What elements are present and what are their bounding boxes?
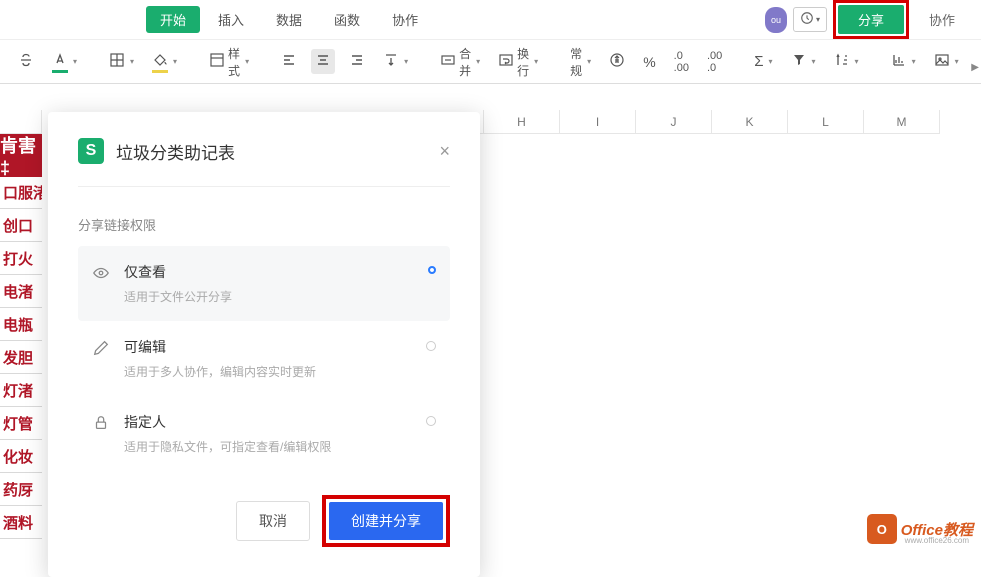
align-center-icon <box>315 52 331 71</box>
main-menubar: 开始 插入 数据 函数 协作 ou ▾ 分享 协作 <box>0 0 981 40</box>
history-button[interactable]: ▾ <box>793 7 827 32</box>
item-cell[interactable]: 化妆 <box>0 440 42 473</box>
merge-label: 合并 <box>459 45 471 79</box>
autosum-button[interactable]: Σ <box>750 50 776 73</box>
row-header-corner[interactable] <box>0 110 42 134</box>
menu-data[interactable]: 数据 <box>262 6 316 33</box>
col-header[interactable]: L <box>788 110 864 134</box>
currency-button[interactable] <box>605 49 629 74</box>
merge-button[interactable]: 合并 <box>436 42 484 82</box>
currency-icon <box>609 52 625 71</box>
strikethrough-button[interactable] <box>14 49 38 74</box>
style-label: 样式 <box>228 45 240 79</box>
wrap-icon <box>498 52 514 71</box>
filter-button[interactable] <box>787 49 820 74</box>
data-grid[interactable]: 肯害‡ 口服渚 创口 打火 电渚 电瓶 发胆 灯渚 灯管 化妆 药厊 酒料 <box>0 134 42 539</box>
wrap-label: 换行 <box>517 45 529 79</box>
strikethrough-icon <box>18 52 34 71</box>
toolbar-scroll-right-icon[interactable]: ▶ <box>971 62 979 73</box>
cell-style-button[interactable]: 样式 <box>205 42 253 82</box>
number-format-button[interactable]: 常规 <box>566 42 595 82</box>
align-right-button[interactable] <box>345 49 369 74</box>
valign-button[interactable] <box>379 49 412 74</box>
decimal-inc-icon: .00.0 <box>707 50 722 74</box>
decimal-inc-button[interactable]: .00.0 <box>703 47 726 77</box>
collab-button[interactable]: 协作 <box>915 5 969 34</box>
align-right-icon <box>349 52 365 71</box>
sort-button[interactable] <box>830 49 863 74</box>
format-label: 常规 <box>570 45 582 79</box>
sigma-icon: Σ <box>754 53 763 70</box>
col-header[interactable]: M <box>864 110 940 134</box>
share-button[interactable]: 分享 <box>838 5 904 34</box>
clock-icon <box>800 11 814 28</box>
menu-collab[interactable]: 协作 <box>378 6 432 33</box>
align-left-button[interactable] <box>277 49 301 74</box>
item-cell[interactable]: 药厊 <box>0 473 42 506</box>
col-header[interactable]: C <box>382 110 484 134</box>
filter-icon <box>791 52 807 71</box>
chart-button[interactable] <box>887 49 920 74</box>
item-cell[interactable]: 灯渚 <box>0 374 42 407</box>
avatar[interactable]: ou <box>765 7 787 33</box>
toolbar: 样式 合并 换行 常规 % .0.00 .00.0 Σ 冻结 <box>0 40 981 84</box>
menu-function[interactable]: 函数 <box>320 6 374 33</box>
border-icon <box>109 52 125 71</box>
wrap-button[interactable]: 换行 <box>494 42 542 82</box>
font-color-icon <box>52 52 68 71</box>
watermark-url: www.office26.com <box>905 536 969 545</box>
font-color-button[interactable] <box>48 49 81 74</box>
fill-color-button[interactable] <box>148 49 181 74</box>
cell-style-icon <box>209 52 225 71</box>
merge-icon <box>440 52 456 71</box>
category-header: 肯害‡ <box>0 134 42 176</box>
item-cell[interactable]: 创口 <box>0 209 42 242</box>
item-cell[interactable]: 口服渚 <box>0 176 42 209</box>
paint-bucket-icon <box>152 52 168 71</box>
item-cell[interactable]: 灯管 <box>0 407 42 440</box>
item-cell[interactable]: 酒料 <box>0 506 42 539</box>
col-header[interactable]: J <box>636 110 712 134</box>
percent-button[interactable]: % <box>639 51 659 73</box>
valign-icon <box>383 52 399 71</box>
item-cell[interactable]: 电瓶 <box>0 308 42 341</box>
menu-start[interactable]: 开始 <box>146 6 200 33</box>
percent-icon: % <box>643 54 655 70</box>
col-header[interactable]: I <box>560 110 636 134</box>
col-header[interactable]: H <box>484 110 560 134</box>
menu-insert[interactable]: 插入 <box>204 6 258 33</box>
spreadsheet-area: C H I J K L M 肯害‡ 口服渚 创口 打火 电渚 电瓶 发胆 灯渚 … <box>0 84 981 550</box>
watermark-badge-icon: O <box>867 514 897 544</box>
watermark: O Office教程 www.office26.com <box>867 514 973 544</box>
align-center-button[interactable] <box>311 49 335 74</box>
chart-icon <box>891 52 907 71</box>
column-headers: C H I J K L M <box>0 110 981 134</box>
decimal-dec-button[interactable]: .0.00 <box>670 47 693 77</box>
sort-icon <box>834 52 850 71</box>
item-cell[interactable]: 打火 <box>0 242 42 275</box>
item-cell[interactable]: 电渚 <box>0 275 42 308</box>
decimal-dec-icon: .0.00 <box>674 50 689 74</box>
border-button[interactable] <box>105 49 138 74</box>
align-left-icon <box>281 52 297 71</box>
chevron-down-icon: ▾ <box>816 15 820 24</box>
image-icon <box>934 52 950 71</box>
image-button[interactable] <box>930 49 963 74</box>
item-cell[interactable]: 发胆 <box>0 341 42 374</box>
share-highlight-box: 分享 <box>833 0 909 39</box>
col-header[interactable]: K <box>712 110 788 134</box>
